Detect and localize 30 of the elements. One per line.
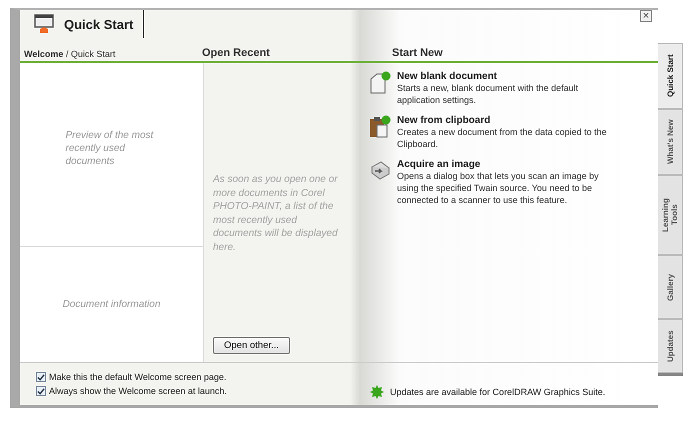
start-option-link[interactable]: New from clipboard [397,115,622,126]
side-tab[interactable]: Updates [658,319,683,373]
scanner-icon[interactable] [369,159,391,181]
preview-caption: Preview of the most recently used documents [66,129,154,168]
clipboard-icon[interactable] [369,115,391,139]
update-notice: Updates are available for CorelDRAW Graphics Suite. [390,387,606,397]
page-title-tab[interactable]: Quick Start [34,10,144,38]
document-info-caption: Document information [62,299,160,310]
side-tab[interactable]: What's New [658,109,683,175]
new-document-icon[interactable] [369,71,391,95]
update-badge-icon [370,385,384,399]
column-heading: Start New [392,47,443,59]
open-other-button[interactable]: Open other... [213,337,290,354]
start-option-description: Creates a new document from the data copied to the Clipboard. [397,126,608,150]
start-option-link[interactable]: New blank document [397,71,622,82]
start-option-description: Starts a new, blank document with the default application settings. [397,82,580,106]
checkbox[interactable] [36,372,46,382]
checkbox-label: Make this the default Welcome screen page. [49,372,226,382]
monitor-icon [34,14,54,34]
side-tab[interactable]: Gallery [658,255,683,319]
checkbox-label: Always show the Welcome screen at launch. [49,386,227,396]
column-heading: Open Recent [202,47,271,59]
close-button[interactable]: × [640,10,652,22]
side-tab[interactable]: Quick Start [658,43,683,109]
start-option-link[interactable]: Acquire an image [397,159,622,170]
breadcrumb: Welcome / Quick Start [23,49,116,59]
side-tab[interactable]: Learning Tools [658,175,683,255]
start-option-description: Opens a dialog box that lets you scan an image by using the specified Twain source. You need to be connected to a scanner to use this feature. [397,170,600,206]
empty-recent-message: As soon as you open one or more documents in Corel PHOTO-PAINT, a list of the most recently used documents will be displayed here. [213,173,339,254]
checkbox[interactable] [36,386,46,396]
